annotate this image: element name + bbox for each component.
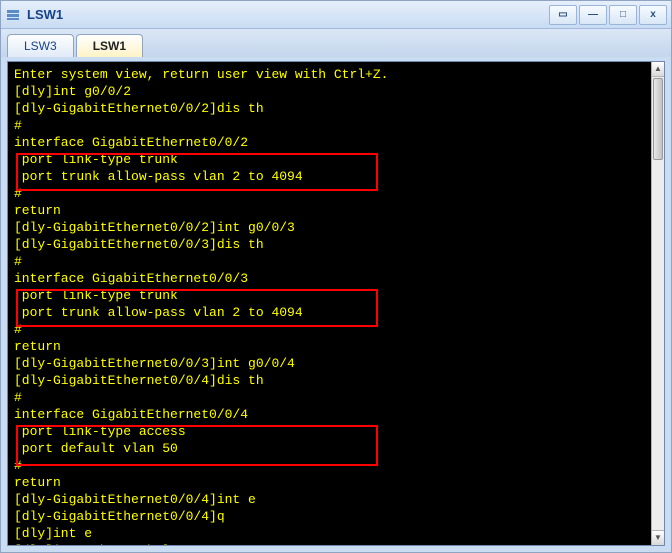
terminal-text: Enter system view, return user view with… <box>8 62 652 545</box>
app-icon <box>5 7 21 23</box>
window-controls: ▭ — □ x <box>549 5 667 25</box>
scroll-down-button[interactable]: ▼ <box>652 530 664 545</box>
app-window: LSW1 ▭ — □ x LSW3 LSW1 Enter system view… <box>0 0 672 553</box>
extra-button[interactable]: ▭ <box>549 5 577 25</box>
maximize-button[interactable]: □ <box>609 5 637 25</box>
close-button[interactable]: x <box>639 5 667 25</box>
titlebar[interactable]: LSW1 ▭ — □ x <box>1 1 671 29</box>
scroll-thumb[interactable] <box>653 78 663 160</box>
tab-strip: LSW3 LSW1 <box>1 29 671 57</box>
terminal[interactable]: Enter system view, return user view with… <box>7 61 665 546</box>
scroll-up-button[interactable]: ▲ <box>652 62 664 77</box>
tab-lsw1[interactable]: LSW1 <box>76 34 143 57</box>
minimize-button[interactable]: — <box>579 5 607 25</box>
tab-lsw3[interactable]: LSW3 <box>7 34 74 57</box>
scrollbar[interactable]: ▲ ▼ <box>651 62 664 545</box>
window-title: LSW1 <box>27 7 549 22</box>
terminal-container: Enter system view, return user view with… <box>1 57 671 552</box>
